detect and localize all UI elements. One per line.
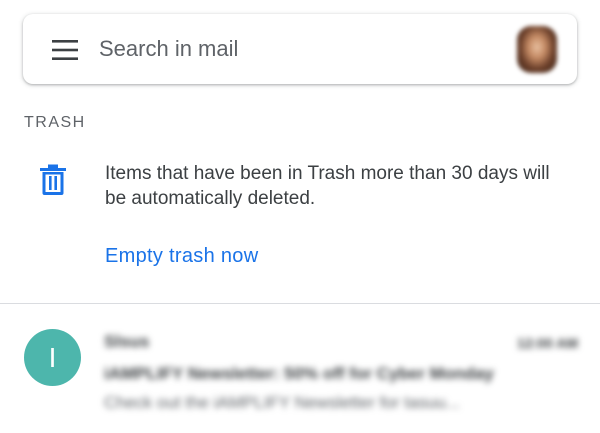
trash-icon [40,164,66,195]
folder-label: TRASH [24,114,86,131]
email-sender: Slsus [104,332,150,351]
search-bar[interactable] [23,14,577,84]
email-list-item[interactable]: I Slsus 12:00 AM iAMPLIFY Newsletter: 50… [0,318,600,433]
trash-folder-screen: TRASH Items that have been in Trash more… [0,0,600,433]
trash-retention-notice: Items that have been in Trash more than … [105,163,550,209]
account-avatar[interactable] [517,26,557,73]
email-subject: iAMPLIFY Newsletter: 50% off for Cyber M… [104,364,494,383]
empty-trash-button[interactable]: Empty trash now [105,245,258,268]
email-snippet: Check out the iAMPLIFY Newsletter for ta… [104,393,460,412]
search-input[interactable] [99,32,499,66]
email-time: 12:00 AM [517,335,578,351]
hamburger-menu-icon[interactable] [51,39,79,61]
sender-avatar[interactable]: I [24,329,81,386]
divider [0,303,600,304]
